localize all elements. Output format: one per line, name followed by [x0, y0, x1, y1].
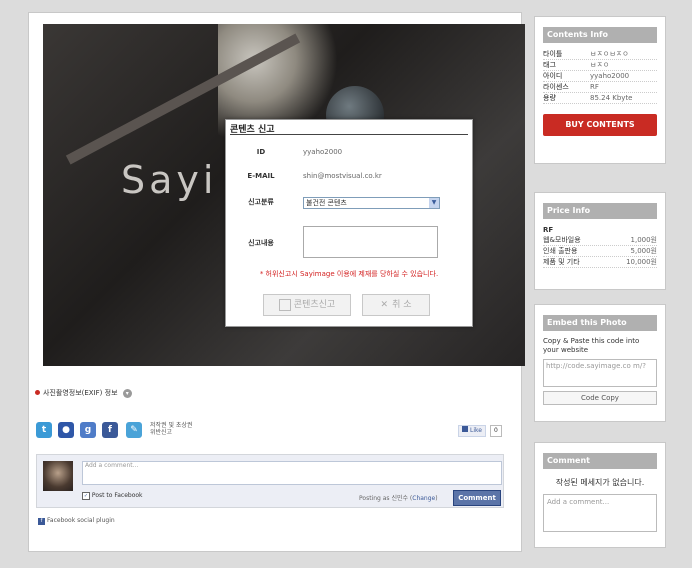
comment-input[interactable]: Add a comment... [82, 461, 502, 485]
comment-side-input[interactable]: Add a comment... [543, 494, 657, 532]
category-select-value: 불건전 콘텐츠 [306, 199, 347, 207]
info-key: 용량 [543, 94, 556, 102]
info-value: RF [590, 83, 599, 91]
category-select[interactable]: 불건전 콘텐츠 ▼ [303, 197, 440, 209]
posting-as-text: Posting as 신민수 (Change) [359, 493, 438, 502]
avatar [43, 461, 73, 491]
no-comments-text: 작성된 메세지가 없습니다. [555, 478, 645, 487]
price-key: 웹&모바일용 [543, 236, 581, 244]
embed-panel: Embed this Photo Copy & Paste this code … [534, 304, 666, 422]
info-value: ㅂㅈㅇ [590, 61, 610, 69]
email-value: shin@mostvisual.co.kr [303, 172, 382, 180]
report-icon [278, 298, 291, 311]
report-line-2: 위반신고 [150, 429, 173, 436]
chevron-down-icon[interactable]: ▾ [122, 389, 132, 398]
like-count: 0 [490, 425, 502, 437]
report-content-textarea[interactable] [303, 226, 438, 258]
facebook-like-icon [462, 426, 468, 432]
facebook-social-plugin-link[interactable]: f Facebook social plugin [38, 517, 115, 525]
posting-as-close: ) [435, 495, 438, 502]
price-info-title: Price Info [543, 203, 657, 219]
report-warning: * 허위신고시 Sayimage 이용에 제재를 당하실 수 있습니다. [259, 270, 439, 278]
post-to-facebook-checkbox[interactable]: ✓ Post to Facebook [82, 492, 143, 500]
close-icon: ✕ [380, 300, 389, 310]
report-content-dialog: 콘텐츠 신고 ID yyaho2000 E-MAIL shin@mostvisu… [225, 119, 473, 327]
embed-description: Copy & Paste this code into your website [543, 337, 640, 354]
photo-watermark: Sayi [121, 158, 218, 202]
price-value: 1,000원 [630, 236, 657, 244]
like-label: Like [470, 427, 482, 434]
me2day-icon[interactable]: ● [58, 422, 74, 438]
report-line-1: 저작권 및 초상권 [150, 422, 193, 429]
chevron-down-icon[interactable]: ▼ [429, 198, 439, 208]
posting-as-label: Posting as 신민수 ( [359, 495, 413, 502]
submit-report-button[interactable]: 콘텐츠신고 [263, 294, 351, 316]
info-value: yyaho2000 [590, 72, 630, 80]
post-to-facebook-label: Post to Facebook [91, 492, 143, 499]
contents-info-title: Contents Info [543, 27, 657, 43]
price-value: 10,000원 [626, 258, 657, 266]
embed-code-textarea[interactable]: http://code.sayimage.co m/? [543, 359, 657, 387]
comment-button[interactable]: Comment [453, 490, 501, 506]
email-label: E-MAIL [247, 172, 275, 180]
price-value: 5,000원 [630, 247, 657, 255]
change-link[interactable]: Change [412, 495, 435, 502]
report-flag-icon[interactable]: ✎ [126, 422, 142, 438]
submit-report-label: 콘텐츠신고 [293, 300, 336, 310]
info-key: 아이디 [543, 72, 563, 80]
like-button[interactable]: Like [458, 425, 486, 437]
checkbox-icon: ✓ [82, 492, 90, 500]
price-key: 인쇄 출판용 [543, 247, 578, 255]
cancel-button[interactable]: ✕ 취 소 [362, 294, 430, 316]
price-key: 제품 및 기타 [543, 258, 580, 266]
comment-side-title: Comment [543, 453, 657, 469]
cancel-label: 취 소 [392, 300, 412, 310]
info-key: 태그 [543, 61, 556, 69]
embed-title: Embed this Photo [543, 315, 657, 331]
price-license: RF [543, 226, 554, 234]
facebook-icon: f [38, 518, 45, 525]
facebook-icon[interactable]: f [102, 422, 118, 438]
bullet-icon [35, 390, 40, 395]
info-value: 85.24 Kbyte [590, 94, 633, 102]
info-key: 타이틀 [543, 50, 563, 58]
id-label: ID [256, 148, 266, 156]
info-key: 라이센스 [543, 83, 569, 91]
info-value: ㅂㅈㅇㅂㅈㅇ [590, 50, 629, 58]
code-copy-button[interactable]: Code Copy [543, 391, 657, 405]
comment-side-panel: Comment 작성된 메세지가 없습니다. Add a comment... [534, 442, 666, 548]
contents-info-panel: Contents Info 타이틀 ㅂㅈㅇㅂㅈㅇ 태그 ㅂㅈㅇ 아이디 yyaho20… [534, 16, 666, 164]
content-label: 신고내용 [248, 239, 274, 247]
id-value: yyaho2000 [303, 148, 343, 156]
exif-toggle[interactable]: 사진촬영정보(EXIF) 정보 ▾ [35, 388, 132, 398]
report-copyright-link[interactable]: 저작권 및 초상권 위반신고 [150, 422, 192, 436]
google-icon[interactable]: g [80, 422, 96, 438]
dialog-title-divider [230, 134, 468, 135]
social-plugin-label: Facebook social plugin [47, 517, 115, 524]
facebook-comment-box: Add a comment... ✓ Post to Facebook Post… [36, 454, 504, 508]
buy-contents-button[interactable]: BUY CONTENTS [543, 114, 657, 136]
twitter-icon[interactable]: t [36, 422, 52, 438]
exif-label: 사진촬영정보(EXIF) 정보 [43, 389, 118, 397]
price-info-panel: Price Info RF 웹&모바일용 1,000원 인쇄 출판용 5,000원 … [534, 192, 666, 290]
category-label: 신고분류 [248, 198, 274, 206]
